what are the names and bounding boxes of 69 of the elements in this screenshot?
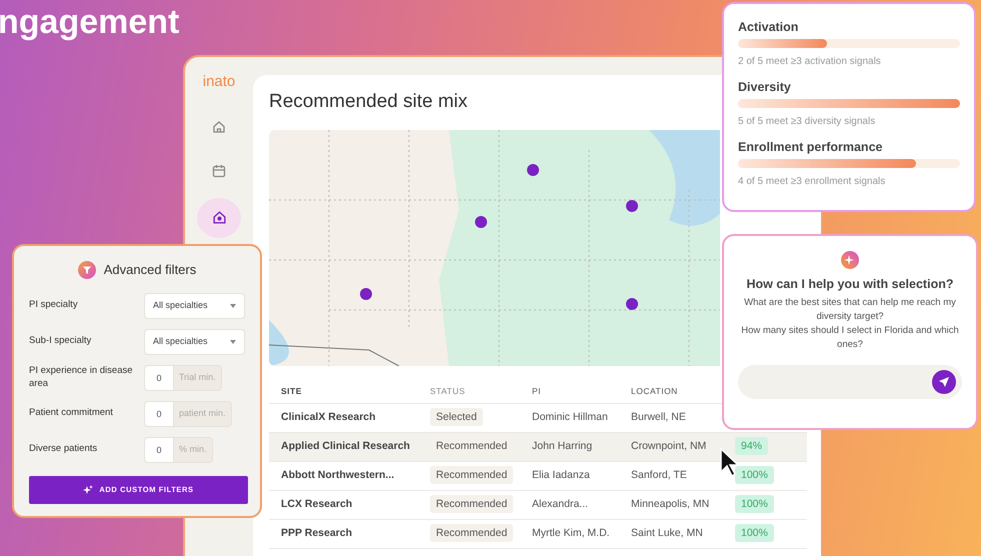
status-tag: Selected [430,408,483,426]
location-text: Minneapolis, MN [631,498,710,510]
pi-name: Alexandra... [532,498,588,510]
pi-name: Elia Iadanza [532,468,590,481]
site-name: Abbott Northwestern... [281,468,394,481]
location-text: Burwell, NE [631,410,686,423]
filter-label: Diverse patients [29,443,98,456]
suggestion-text[interactable]: What are the best sites that can help me reach my diversity target? [738,296,962,324]
calendar-icon [212,164,226,178]
headline-text: ngagement [0,2,180,43]
signal-title: Activation [738,20,800,35]
sparkle-icon [83,484,94,494]
location-text: Crownpoint, NM [631,440,706,452]
logo-text: inato [202,72,236,92]
send-icon [938,376,950,388]
caret-icon [230,340,236,344]
status-tag: Recommended [430,494,514,513]
panel-title: Advanced filters [104,261,196,279]
number-field[interactable]: 0 [144,364,174,390]
site-name: PPP Research [281,526,352,539]
location-text: Saint Luke, MN [631,526,703,539]
score-tag: 100% [735,494,774,513]
filter-label: PI specialty [29,299,79,312]
unit-label: Trial min. [174,364,222,390]
unit-label: % min. [174,436,213,462]
table-row[interactable]: LCX Research Recommended Alexandra... Minneapolis, MN 100% [269,490,807,520]
sidebar-item[interactable] [197,198,241,238]
filter-label: Patient commitment [29,407,114,420]
column-header: SITE [281,384,303,398]
status-tag: Recommended [430,524,514,542]
dropdown[interactable]: All specialties [144,292,245,318]
signal-caption: 5 of 5 meet ≥3 diversity signals [738,115,876,129]
section-title: Recommended site mix [269,91,469,114]
signal-title: Enrollment performance [738,140,884,155]
chat-input-field[interactable] [738,364,962,398]
suggestion-text[interactable]: How many sites should I select in Florida and which ones? [738,324,962,352]
site-name: LCX Research [281,498,352,510]
score-tag: 94% [735,436,768,455]
site-name: ClinicalX Research [281,410,376,423]
pi-name: Dominic Hillman [532,410,608,423]
score-tag: 100% [735,466,774,484]
home-icon [212,120,226,134]
pi-name: John Harring [532,440,592,452]
unit-label: patient min. [174,400,232,426]
filter-label: Sub-I specialty [29,335,92,348]
table-row[interactable]: Abbott Northwestern... Recommended Elia Iadanza Sanford, TE 100% [269,462,807,491]
building-icon [212,210,226,225]
chat-title: How can I help you with selection? [746,276,954,293]
column-header: PI [532,384,542,398]
number-field[interactable]: 0 [144,400,174,426]
signal-caption: 4 of 5 meet ≥3 enrollment signals [738,175,886,189]
status-tag: Recommended [430,466,514,484]
pi-name: Myrtle Kim, M.D. [532,526,610,539]
signal-caption: 2 of 5 meet ≥3 activation signals [738,55,882,69]
column-header: STATUS [430,384,466,398]
table-row[interactable]: Applied Clinical Research Recommended John Harring Crownpoint, NM 94% [269,432,807,462]
location-text: Sanford, TE [631,468,687,481]
caret-icon [230,304,236,308]
number-field[interactable]: 0 [144,436,174,462]
table-row[interactable]: PPP Research Recommended Myrtle Kim, M.D. Saint Luke, MN 100% [269,520,807,549]
score-tag: 100% [735,524,774,542]
filter-label: PI experience in disease area [29,365,134,390]
funnel-icon [78,260,96,279]
site-name: Applied Clinical Research [281,440,410,452]
send-button[interactable] [932,370,956,394]
dropdown[interactable]: All specialties [144,328,245,354]
signal-title: Diversity [738,80,792,95]
column-header: LOCATION [631,384,679,398]
sparkle-icon [841,250,859,269]
